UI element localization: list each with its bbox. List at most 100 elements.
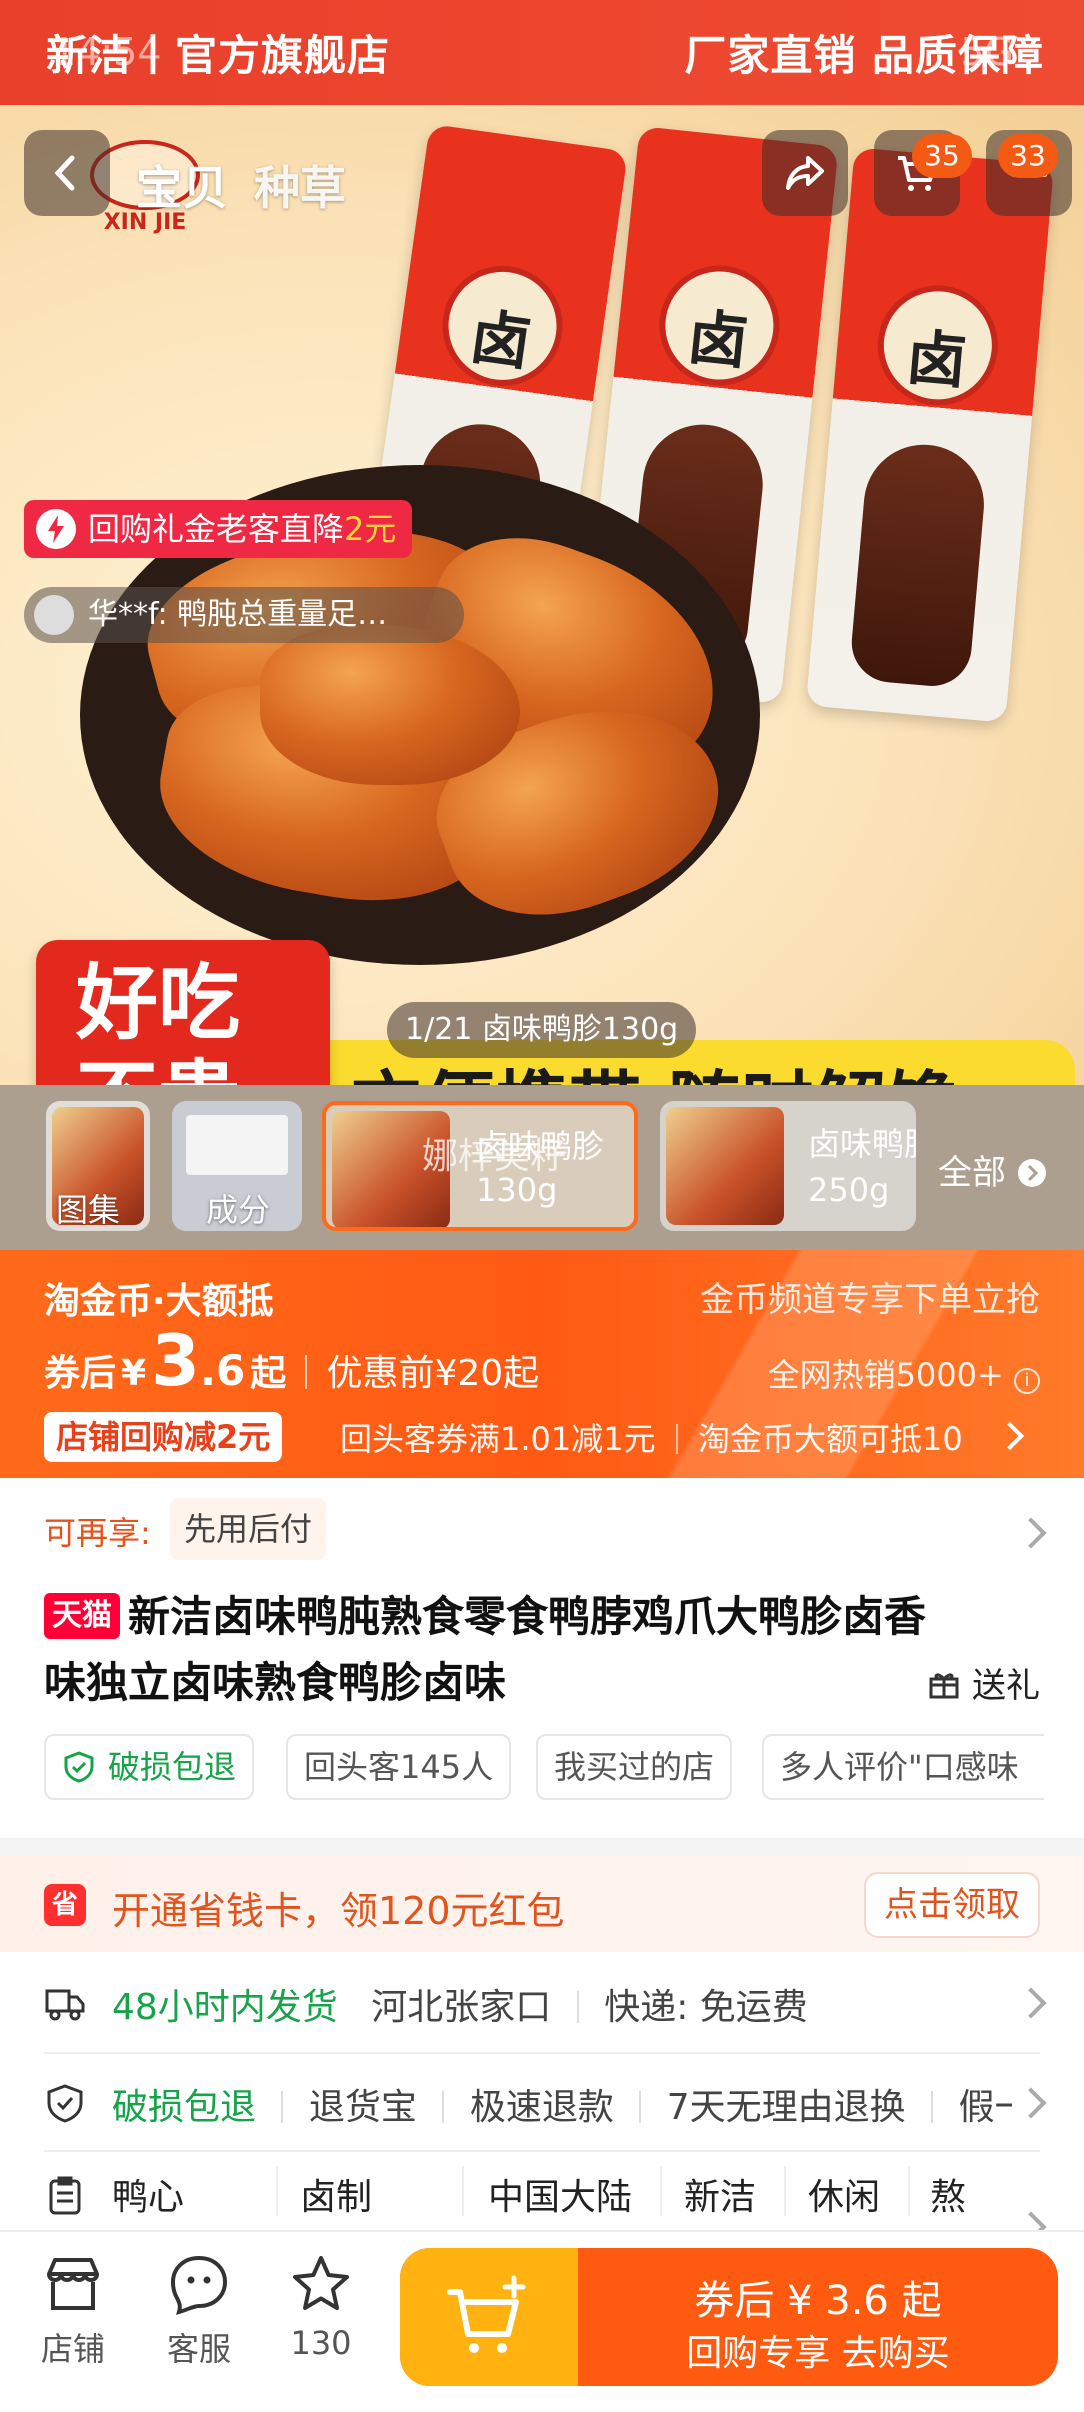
review-chip[interactable]: 华**f: 鸭肫总重量足… xyxy=(24,587,464,643)
spec-item: 鸭心 xyxy=(112,2177,185,2218)
thumb-caption: 图集 xyxy=(56,1191,121,1229)
thumb-ingredients[interactable]: 成分 xyxy=(172,1101,302,1231)
tag-returning-customers[interactable]: 回头客145人 xyxy=(286,1734,512,1800)
spec-item: 中国大陆 xyxy=(488,2177,633,2218)
gift-button[interactable]: 送礼 xyxy=(927,1658,1040,1707)
product-hero-image[interactable]: 卤 卤 卤 XIN JIE 回购礼金老客直降2元 华**f: 鸭肫总重量足… 方… xyxy=(0,105,1084,1085)
top-nav: 宝贝 种草 35 33 xyxy=(0,130,1084,230)
status-network: 5G xyxy=(960,30,1014,74)
status-time: 14:54 xyxy=(52,30,162,74)
cart-plus-icon xyxy=(447,2275,526,2353)
store-icon xyxy=(47,2258,99,2310)
customer-service-button[interactable]: 客服 xyxy=(144,2252,254,2370)
sku-thumbnail-strip: 图集 成分 卤味鸭胗 130g 娜梓美籽 卤味鸭胗 250g 全部 xyxy=(0,1085,1084,1250)
spec-divider xyxy=(462,2166,464,2216)
coupon-returning: 回头客券满1.01减1元 xyxy=(340,1420,656,1458)
store-banner: 新洁丨官方旗舰店 14:54 厂家直销 品质保障 5G xyxy=(0,0,1084,105)
spec-item: 休闲 xyxy=(808,2177,881,2218)
package-image: 卤 xyxy=(805,147,1055,723)
price-suffix: 起 xyxy=(250,1353,287,1394)
claim-button[interactable]: 点击领取 xyxy=(864,1872,1040,1938)
spec-divider xyxy=(908,2166,910,2216)
tag-damage-return[interactable]: 破损包退 xyxy=(44,1734,255,1800)
chevron-right-icon xyxy=(1015,2087,1047,2119)
clipboard-icon xyxy=(49,2176,81,2215)
spec-divider xyxy=(784,2166,786,2216)
guarantee-row[interactable]: 破损包退 退货宝 极速退款 7天无理由退换 假一 xyxy=(0,2054,1084,2150)
avatar xyxy=(34,595,74,635)
info-icon: i xyxy=(1014,1368,1040,1394)
sku-name: 卤味鸭胗 xyxy=(808,1125,916,1163)
tag-review-summary[interactable]: 多人评价"口感味 xyxy=(762,1734,1044,1800)
tab-product[interactable]: 宝贝 xyxy=(136,152,228,218)
ship-time: 48小时内发货 xyxy=(112,1987,338,2028)
tab-seeding[interactable]: 种草 xyxy=(254,152,346,218)
store-button[interactable]: 店铺 xyxy=(18,2252,128,2370)
repurchase-promo-chip[interactable]: 回购礼金老客直降2元 xyxy=(24,500,413,558)
coin-promo-title: 淘金币·大额抵 xyxy=(44,1281,274,1322)
thumb-caption: 成分 xyxy=(206,1191,271,1229)
star-icon xyxy=(293,2256,349,2310)
slogan-box: 好吃 不贵 xyxy=(36,940,330,1085)
spec-item: 卤制 xyxy=(300,2177,373,2218)
guarantee-info: 破损包退 退货宝 极速退款 7天无理由退换 假一 xyxy=(112,2078,1012,2130)
truck-icon xyxy=(45,1989,85,2021)
slogan-line: 好吃 xyxy=(76,956,241,1051)
tag-label: 破损包退 xyxy=(108,1748,237,1786)
after-coupon-label: 券后 xyxy=(44,1353,117,1394)
saver-card-banner[interactable]: 省 开通省钱卡，领120元红包 点击领取 xyxy=(0,1856,1084,1952)
tmall-tag: 天猫 xyxy=(44,1593,120,1639)
store-repurchase-tag: 店铺回购减2元 xyxy=(44,1412,283,1462)
ingredient-table-image xyxy=(186,1115,288,1175)
ship-from: 河北张家口 xyxy=(371,1987,552,2028)
thumb-gallery[interactable]: 图集 xyxy=(46,1101,150,1231)
guarantee-damage: 破损包退 xyxy=(112,2087,257,2128)
spec-divider xyxy=(660,2166,662,2216)
share-button[interactable] xyxy=(762,130,848,216)
lightning-icon xyxy=(36,509,76,549)
back-button[interactable] xyxy=(24,130,110,216)
guarantee-item: 极速退款 xyxy=(469,2087,614,2128)
all-sku-button[interactable]: 全部 xyxy=(938,1145,1047,1194)
guarantee-item: 退货宝 xyxy=(308,2087,417,2128)
shield-check-icon xyxy=(47,2084,83,2123)
chevron-right-icon xyxy=(1015,1517,1047,1549)
buy-button[interactable]: 券后 ¥ 3.6 起 回购专享 去购买 xyxy=(400,2248,1058,2386)
gift-label: 送礼 xyxy=(972,1666,1040,1706)
chat-bubble-icon xyxy=(170,2255,228,2315)
review-text: 华**f: 鸭肫总重量足… xyxy=(88,597,388,632)
spec-item: 熬 xyxy=(930,2177,967,2218)
buy-price-label: 券后 ¥ 3.6 起 xyxy=(694,2278,942,2324)
chevron-right-icon xyxy=(1017,1159,1046,1187)
tag-bought-store[interactable]: 我买过的店 xyxy=(536,1734,733,1800)
spec-divider xyxy=(276,2166,278,2216)
chevron-right-icon xyxy=(1015,2211,1047,2230)
buy-action-label: 回购专享 去购买 xyxy=(686,2333,950,2374)
slogan-line: 不贵 xyxy=(76,1052,330,1085)
original-price: 优惠前¥20起 xyxy=(326,1353,540,1394)
image-counter: 1/21 卤味鸭胗130g xyxy=(387,1002,697,1058)
ship-fee: 快递: 免运费 xyxy=(604,1987,808,2028)
guarantee-item: 假一 xyxy=(958,2087,1012,2128)
chevron-right-icon xyxy=(1015,1987,1047,2019)
price-block[interactable]: 淘金币·大额抵 金币频道专享下单立抢 券后 ¥ 3.6 起 优惠前¥20起 全网… xyxy=(0,1250,1084,1478)
favorite-count: 130 xyxy=(290,2324,352,2362)
promo-text: 回购礼金老客直降 xyxy=(88,510,345,548)
shield-check-icon xyxy=(64,1751,94,1783)
service-label: 客服 xyxy=(166,2330,231,2368)
pay-later-tag[interactable]: 先用后付 xyxy=(170,1498,327,1560)
saver-card-text: 开通省钱卡，领120元红包 xyxy=(112,1889,565,1933)
add-to-cart-button[interactable] xyxy=(400,2248,578,2386)
favorite-button[interactable]: 130 xyxy=(266,2252,376,2362)
all-label: 全部 xyxy=(938,1153,1006,1193)
coupon-coin: 淘金币大额可抵10 xyxy=(697,1420,963,1458)
section-gap xyxy=(0,1838,1084,1856)
product-title: 天猫 新洁卤味鸭肫熟食零食鸭脖鸡爪大鸭胗卤香 味独立卤味熟食鸭胗卤味 xyxy=(44,1584,1044,1716)
specs-row[interactable]: 鸭心 卤制 中国大陆 新洁 休闲 熬 xyxy=(0,2152,1084,2230)
shipping-row[interactable]: 48小时内发货 河北张家口 快递: 免运费 xyxy=(0,1952,1084,2052)
message-badge: 33 xyxy=(998,134,1058,178)
store-label: 店铺 xyxy=(40,2330,105,2368)
thumb-sku-130g[interactable]: 卤味鸭胗 130g 娜梓美籽 xyxy=(322,1101,638,1231)
thumb-sku-250g[interactable]: 卤味鸭胗 250g xyxy=(660,1101,916,1231)
shipping-info: 48小时内发货 河北张家口 快递: 免运费 xyxy=(112,1978,808,2030)
